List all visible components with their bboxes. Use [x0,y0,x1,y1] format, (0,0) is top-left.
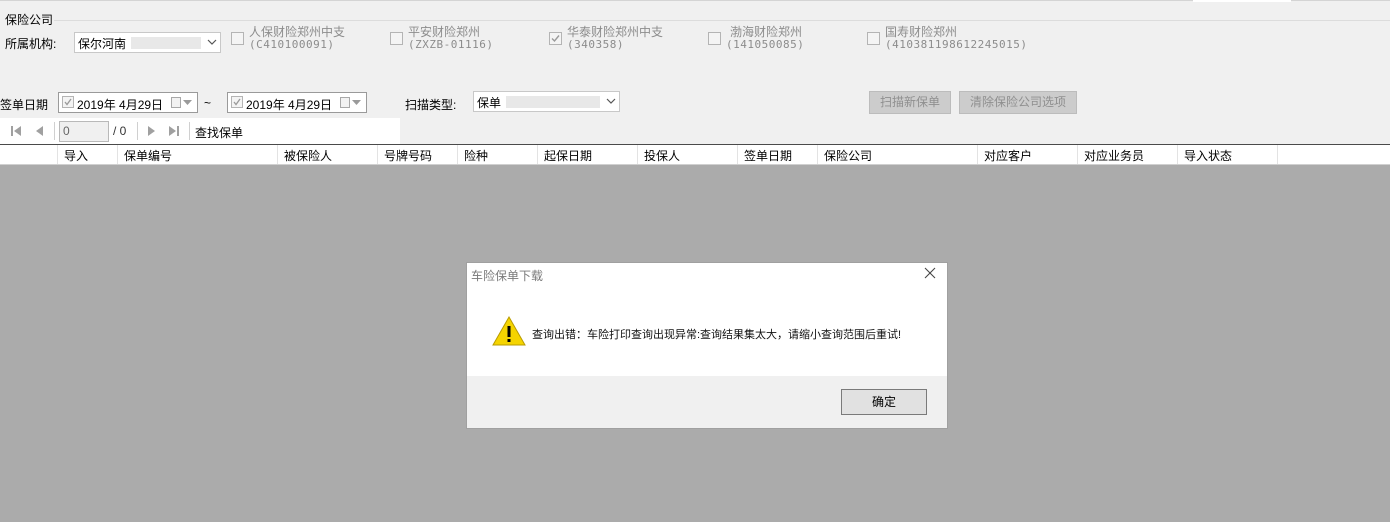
column-separator [817,145,818,164]
org-select-value: 保尔河南 [78,37,127,51]
toolbar-separator [137,122,138,140]
scan-type-value: 保单 [477,96,502,110]
column-separator [637,145,638,164]
company-checkbox-4[interactable] [708,32,721,45]
company-code-5: (410381198612245015) [885,38,1028,51]
scan-type-select[interactable]: 保单 [473,91,620,112]
first-page-icon[interactable] [10,125,22,137]
toolbar-separator [189,122,190,140]
scan-new-policy-button[interactable]: 扫描新保单 [869,91,951,114]
dialog-title: 车险保单下载 [471,269,544,283]
company-name-5: 国寿财险郑州 [885,25,958,39]
page-number-input[interactable]: 0 [59,121,109,142]
chevron-down-icon [183,100,192,105]
last-page-icon[interactable] [168,125,180,137]
company-code-4: (141050085) [726,38,805,51]
scan-type-label: 扫描类型: [405,98,457,112]
column-separator [537,145,538,164]
filter-panel: 保险公司 所属机构: 保尔河南 人保财险郑州中支 (C410100091) 平安… [0,0,1390,118]
column-header-insured[interactable]: 被保险人 [284,147,332,164]
column-header-salesperson[interactable]: 对应业务员 [1084,147,1144,164]
org-select-highlight [131,37,201,49]
column-separator [1177,145,1178,164]
org-select[interactable]: 保尔河南 [74,32,221,53]
column-separator [377,145,378,164]
column-header-import-status[interactable]: 导入状态 [1184,147,1232,164]
column-header-insurance-type[interactable]: 险种 [464,147,488,164]
chevron-down-icon [606,98,616,104]
date-from-value: 2019年 4月29日 [77,98,164,112]
column-header-policy-no[interactable]: 保单编号 [124,147,172,164]
dialog-footer: 确定 [467,376,947,428]
column-separator [117,145,118,164]
close-icon[interactable] [924,267,936,279]
company-checkbox-2[interactable] [390,32,403,45]
page-number-value: 0 [63,124,70,138]
calendar-icon [340,97,350,108]
next-page-icon[interactable] [146,125,156,137]
date-to-checkbox[interactable] [231,96,243,108]
date-to-picker[interactable]: 2019年 4月29日 [227,92,367,113]
column-separator [1077,145,1078,164]
column-header-import[interactable]: 导入 [64,147,88,164]
chevron-down-icon [207,39,217,45]
grid-header: 导入 保单编号 被保险人 号牌号码 险种 起保日期 投保人 签单日期 保险公司 … [0,144,1390,165]
company-checkbox-3[interactable] [549,32,562,45]
org-label: 所属机构: [5,37,57,51]
group-divider [54,20,1390,21]
date-to-value: 2019年 4月29日 [246,98,333,112]
column-separator [277,145,278,164]
warning-icon [492,315,526,346]
toolbar-extension [400,118,1390,144]
column-separator [1277,145,1278,164]
clear-company-options-button[interactable]: 清除保险公司选项 [959,91,1077,114]
column-separator [457,145,458,164]
top-border [0,0,1390,1]
group-title: 保险公司 [5,13,54,27]
company-code-3: (340358) [567,38,624,51]
ok-button[interactable]: 确定 [841,389,927,415]
dialog-message: 查询出错：车险打印查询出现异常:查询结果集太大，请缩小查询范围后重试! [532,329,902,341]
column-header-plate-no[interactable]: 号牌号码 [384,147,432,164]
find-policy-button[interactable]: 查找保单 [195,124,243,141]
page-total: / 0 [113,124,127,138]
top-tab-strip [1193,0,1291,2]
company-checkbox-1[interactable] [231,32,244,45]
column-header-start-date[interactable]: 起保日期 [544,147,592,164]
column-separator [977,145,978,164]
chevron-down-icon [352,100,361,105]
check-icon [64,98,72,106]
date-from-checkbox[interactable] [62,96,74,108]
company-code-2: (ZXZB-01116) [408,38,494,51]
date-from-picker[interactable]: 2019年 4月29日 [58,92,198,113]
check-icon [233,98,241,106]
scan-type-highlight [506,96,600,108]
column-header-customer[interactable]: 对应客户 [984,147,1032,164]
error-dialog: 车险保单下载 查询出错：车险打印查询出现异常:查询结果集太大，请缩小查询范围后重… [466,262,948,429]
column-header-insurer[interactable]: 保险公司 [824,147,872,164]
company-checkbox-5[interactable] [867,32,880,45]
calendar-icon [171,97,181,108]
company-name-3: 华泰财险郑州中支 [567,25,664,39]
company-code-1: (C410100091) [249,38,335,51]
date-separator: ~ [204,96,212,110]
column-separator [737,145,738,164]
date-label: 签单日期 [0,98,49,112]
company-name-2: 平安财险郑州 [408,25,481,39]
prev-page-icon[interactable] [35,125,45,137]
toolbar-separator [54,122,55,140]
company-name-4: 渤海财险郑州 [730,25,803,39]
column-header-sign-date[interactable]: 签单日期 [744,147,792,164]
check-icon [551,35,560,43]
column-separator [57,145,58,164]
company-name-1: 人保财险郑州中支 [249,25,346,39]
column-header-policyholder[interactable]: 投保人 [644,147,680,164]
